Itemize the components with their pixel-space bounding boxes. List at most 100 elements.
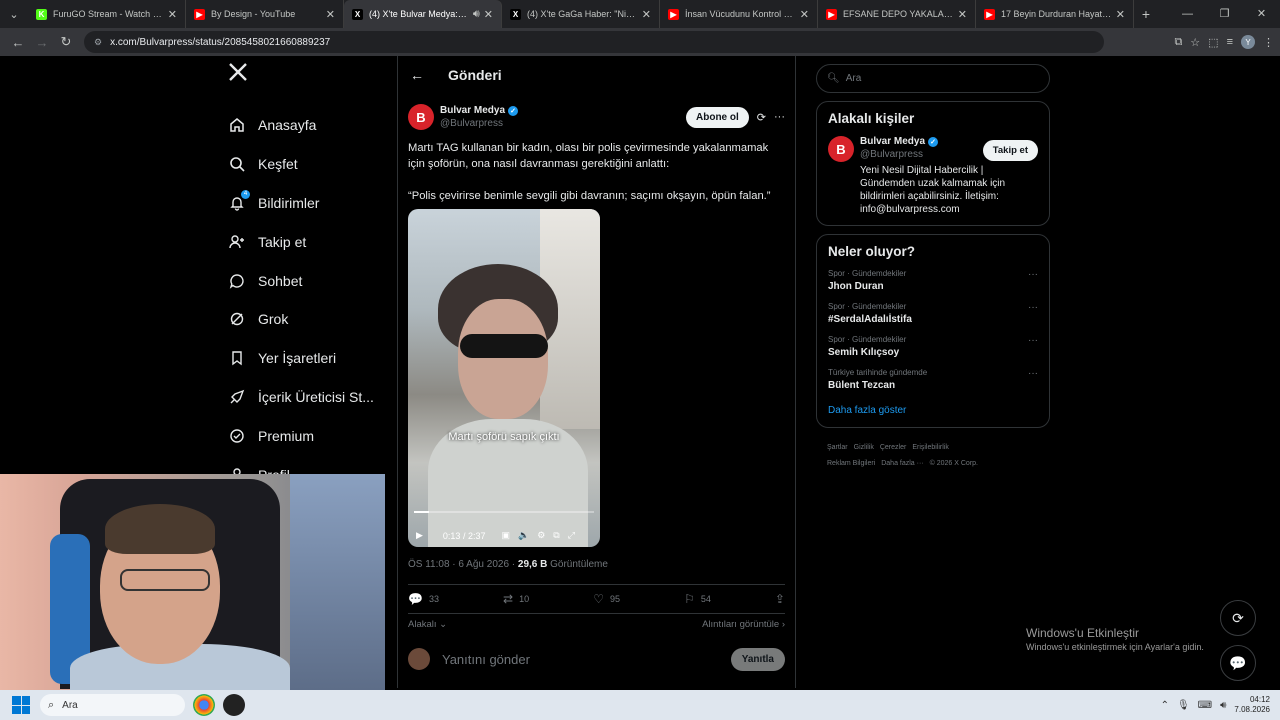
nav-item[interactable]: Yer İşaretleri: [222, 339, 392, 378]
related-name[interactable]: Bulvar Medya: [860, 136, 925, 147]
related-handle[interactable]: @Bulvarpress: [860, 149, 983, 160]
close-tab-icon[interactable]: ✕: [958, 8, 967, 21]
tab-search-icon[interactable]: ⌄: [0, 0, 28, 28]
follow-button[interactable]: Takip et: [982, 140, 1038, 161]
trend-more-icon[interactable]: ···: [1028, 269, 1038, 292]
author-avatar[interactable]: B: [408, 104, 434, 130]
browser-tab[interactable]: ▶ 17 Beyin Durduran Hayat Hilesi ✕: [976, 0, 1134, 28]
close-tab-icon[interactable]: ✕: [168, 8, 177, 21]
reply-input[interactable]: Yanıtını gönder: [442, 652, 530, 667]
author-handle[interactable]: @Bulvarpress: [440, 118, 518, 129]
reply-action[interactable]: 💬 33: [408, 592, 439, 606]
author-name[interactable]: Bulvar Medya: [440, 105, 505, 116]
footer-link[interactable]: Daha fazla ···: [881, 460, 923, 467]
trend-item[interactable]: Spor · Gündemdekiler Jhon Duran ···: [828, 269, 1038, 292]
chevron-up-icon[interactable]: ⌃: [1161, 700, 1169, 711]
reply-button[interactable]: Yanıtla: [730, 647, 785, 671]
windows-start-icon[interactable]: [12, 696, 30, 714]
trend-item[interactable]: Spor · Gündemdekiler #SerdalAdalıİstifa ··…: [828, 302, 1038, 325]
menu-icon[interactable]: ⋮: [1263, 36, 1274, 49]
trend-more-icon[interactable]: ···: [1028, 368, 1038, 391]
fullscreen-icon[interactable]: ⤢: [568, 530, 575, 541]
minimize-icon[interactable]: —: [1169, 0, 1206, 28]
browser-tab[interactable]: K FuruGO Stream - Watch Live on ✕: [28, 0, 186, 28]
footer-link[interactable]: © 2026 X Corp.: [930, 460, 978, 467]
user-avatar[interactable]: [408, 648, 430, 670]
nav-item[interactable]: Sohbet: [222, 261, 392, 300]
trend-item[interactable]: Spor · Gündemdekiler Semih Kılıçsoy ···: [828, 335, 1038, 358]
footer-link[interactable]: Çerezler: [880, 444, 906, 451]
post-timestamp[interactable]: ÖS 11:08 · 6 Ağu 2026 ·: [408, 559, 518, 570]
close-tab-icon[interactable]: ✕: [800, 8, 809, 21]
show-more-link[interactable]: Daha fazla göster: [828, 405, 1038, 416]
restore-icon[interactable]: ❐: [1206, 0, 1243, 28]
media-icon[interactable]: ≡: [1227, 36, 1233, 48]
gif-icon[interactable]: ▣: [501, 530, 510, 541]
microphone-icon[interactable]: 🎙︎: [1177, 700, 1190, 711]
extensions-icon[interactable]: ⬚: [1208, 36, 1218, 49]
browser-tab[interactable]: ▶ İnsan Vücudunu Kontrol Eden ✕: [660, 0, 818, 28]
related-avatar[interactable]: B: [828, 136, 854, 162]
trend-more-icon[interactable]: ···: [1028, 335, 1038, 358]
network-icon[interactable]: ⌨: [1198, 700, 1212, 711]
pip-icon[interactable]: ⧉: [553, 530, 559, 541]
install-icon[interactable]: ⧉: [1174, 36, 1182, 49]
taskbar-search[interactable]: ⌕ Ara: [40, 694, 185, 716]
clock[interactable]: 04:12 7.08.2026: [1234, 695, 1270, 715]
reply-icon: 💬: [408, 592, 423, 606]
speaker-icon[interactable]: 🔊︎: [1220, 700, 1226, 711]
trend-item[interactable]: Türkiye tarihinde gündemde Bülent Tezcan ·…: [828, 368, 1038, 391]
close-window-icon[interactable]: ✕: [1243, 0, 1280, 28]
reload-icon[interactable]: ↻: [54, 34, 78, 50]
profile-avatar[interactable]: Y: [1241, 35, 1255, 49]
browser-tab[interactable]: ▶ By Design - YouTube ✕: [186, 0, 344, 28]
nav-item[interactable]: Anasayfa: [222, 106, 392, 145]
grok-fab-icon[interactable]: ⟳: [1220, 600, 1256, 636]
view-quotes-link[interactable]: Alıntıları görüntüle ›: [702, 619, 785, 630]
footer-link[interactable]: Reklam Bilgileri: [827, 460, 875, 467]
nav-item[interactable]: Premium: [222, 416, 392, 455]
browser-tab[interactable]: X (4) X'te Bulvar Medya: "Mar 🔊︎ ✕: [344, 0, 502, 28]
site-info-icon[interactable]: ⚙: [94, 37, 102, 48]
chrome-icon[interactable]: [193, 694, 215, 716]
more-options-icon[interactable]: ···: [774, 111, 785, 123]
x-logo-icon[interactable]: [228, 62, 392, 88]
like-action[interactable]: ♡ 95: [593, 592, 620, 606]
video-player[interactable]: Martı şoförü sapık çıktı ▶ 0:13 / 2:37 ▣…: [408, 209, 600, 547]
messages-fab-icon[interactable]: 💬: [1220, 645, 1256, 681]
nav-item[interactable]: 4 Bildirimler: [222, 184, 392, 223]
close-tab-icon[interactable]: ✕: [326, 8, 335, 21]
close-tab-icon[interactable]: ✕: [1116, 8, 1125, 21]
audio-icon[interactable]: 🔊︎: [473, 8, 480, 21]
subscribe-button[interactable]: Abone ol: [686, 106, 749, 128]
nav-item[interactable]: Keşfet: [222, 145, 392, 184]
video-progress-bar[interactable]: [414, 511, 594, 513]
forward-icon[interactable]: →: [30, 35, 54, 50]
back-arrow-icon[interactable]: ←: [410, 67, 424, 83]
volume-icon[interactable]: 🔈: [518, 530, 529, 541]
app-icon[interactable]: [223, 694, 245, 716]
grok-icon[interactable]: ⟳: [757, 111, 766, 124]
nav-item[interactable]: İçerik Üreticisi St...: [222, 378, 392, 417]
repost-action[interactable]: ⇄ 10: [503, 592, 529, 606]
bookmark-action[interactable]: ⚐ 54: [684, 592, 711, 606]
footer-link[interactable]: Şartlar: [827, 444, 848, 451]
back-icon[interactable]: ←: [6, 35, 30, 50]
new-tab-button[interactable]: +: [1134, 6, 1158, 22]
play-icon[interactable]: ▶: [416, 530, 423, 541]
search-input[interactable]: 🔍︎ Ara: [816, 64, 1050, 93]
close-tab-icon[interactable]: ✕: [484, 8, 493, 21]
browser-tab[interactable]: X (4) X'te GaGa Haber: "Niye ünlü ✕: [502, 0, 660, 28]
share-action[interactable]: ⇪: [775, 592, 785, 606]
trend-more-icon[interactable]: ···: [1028, 302, 1038, 325]
close-tab-icon[interactable]: ✕: [642, 8, 651, 21]
nav-item[interactable]: Takip et: [222, 222, 392, 261]
settings-icon[interactable]: ⚙: [537, 530, 545, 541]
star-icon[interactable]: ☆: [1190, 36, 1200, 49]
sort-dropdown[interactable]: Alakalı ⌄: [408, 619, 447, 630]
url-input[interactable]: ⚙ x.com/Bulvarpress/status/2085458021660…: [84, 31, 1104, 53]
browser-tab[interactable]: ▶ EFSANE DEPO YAKALADIK / STI ✕: [818, 0, 976, 28]
footer-link[interactable]: Gizlilik: [854, 444, 874, 451]
nav-item[interactable]: Grok: [222, 300, 392, 339]
footer-link[interactable]: Erişilebilirlik: [912, 444, 949, 451]
